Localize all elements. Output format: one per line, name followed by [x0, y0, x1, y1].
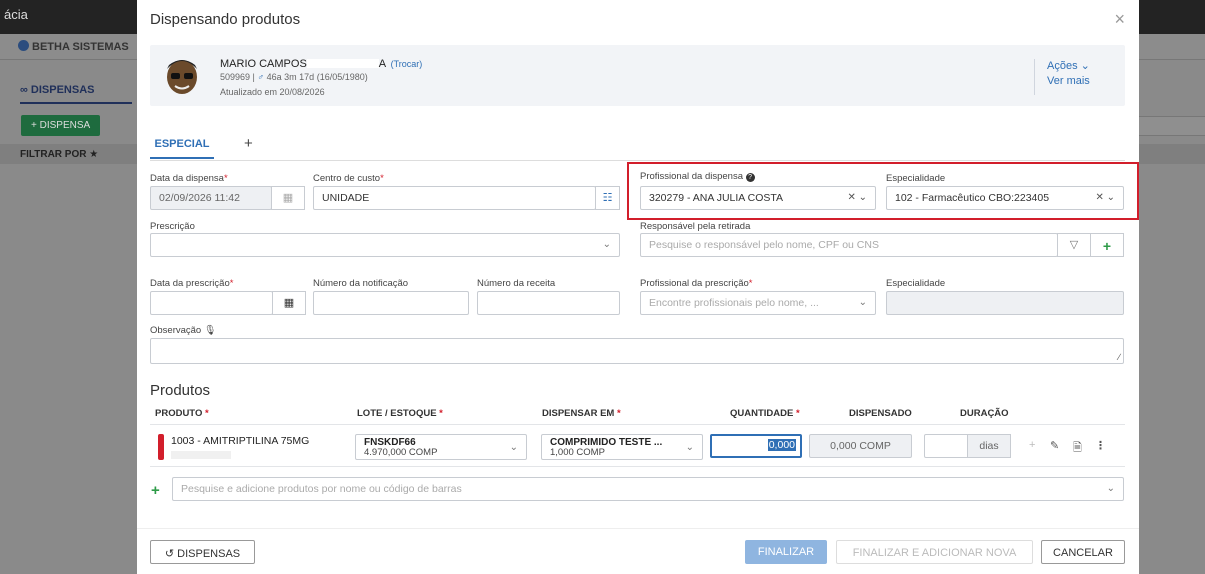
footer-divider [137, 528, 1139, 529]
see-more-link[interactable]: Ver mais [1047, 74, 1090, 89]
prescribing-professional-label: Profissional da prescrição* [640, 278, 753, 289]
prescribing-professional-select[interactable]: Encontre profissionais pelo nome, ... ⌄ [640, 291, 876, 315]
highlight-box [627, 162, 1139, 220]
add-responsible-button[interactable]: + [1090, 233, 1124, 257]
dispense-date-label: Data da dispensa* [150, 173, 228, 184]
company-name: BETHA SISTEMAS [32, 41, 129, 53]
patient-card: MARIO CAMPOS A (Trocar) 509969 | ♂ 46a 3m… [150, 45, 1125, 106]
unit-select[interactable]: COMPRIMIDO TESTE ... 1,000 COMP ⌄ [541, 434, 703, 460]
prescription-label: Prescrição [150, 221, 195, 232]
pickup-search-input[interactable]: Pesquise o responsável pelo nome, CPF ou… [640, 233, 1058, 257]
col-quantity: QUANTIDADE * [730, 408, 800, 419]
quantity-input[interactable]: 0,000 [710, 434, 802, 458]
close-icon[interactable]: × [1114, 9, 1125, 30]
plus-icon[interactable]: + [1029, 439, 1035, 451]
col-dispense-in: DISPENSAR EM * [542, 408, 621, 419]
finish-and-add-button[interactable]: FINALIZAR E ADICIONAR NOVA [836, 540, 1033, 564]
product-name: 1003 - AMITRIPTILINA 75MG [171, 435, 310, 447]
cost-center-label: Centro de custo* [313, 173, 384, 184]
edit-icon[interactable]: ✎ [1050, 439, 1059, 452]
prescribing-specialty-label: Especialidade [886, 278, 946, 289]
binoculars-icon: ∞ [20, 84, 31, 96]
cost-center-field[interactable]: UNIDADE [313, 186, 596, 210]
redaction [306, 59, 379, 68]
chevron-down-icon: ⌄ [1106, 483, 1115, 494]
dispense-tabs: ESPECIAL + [150, 135, 1125, 161]
patient-actions: Ações ⌄ Ver mais [1034, 59, 1090, 95]
male-icon: ♂ [257, 72, 265, 82]
patient-info: 509969 | ♂ 46a 3m 17d (16/05/1980) [220, 72, 368, 82]
dispense-date-field: 02/09/2026 11:42 [150, 186, 272, 210]
finish-button[interactable]: FINALIZAR [745, 540, 827, 564]
hierarchy-icon[interactable]: ☷ [595, 186, 620, 210]
observation-label: Observação 🎙 [150, 325, 216, 336]
resize-handle-icon[interactable]: ∕ [1118, 352, 1120, 362]
duration-unit: dias [967, 434, 1011, 458]
dispensed-value: 0,000 COMP [809, 434, 912, 458]
filter-bar-right [1138, 144, 1205, 164]
dispense-modal: Dispensando produtos × MARIO CAMPOS A (Tr… [137, 0, 1139, 574]
calendar-icon[interactable]: ▦ [272, 291, 306, 315]
add-tab-button[interactable]: + [244, 135, 253, 152]
observation-textarea[interactable]: ∕ [150, 338, 1124, 364]
notification-number-input[interactable] [313, 291, 469, 315]
filter-bar[interactable]: FILTRAR POR ★ [0, 144, 137, 164]
chevron-down-icon: ⌄ [602, 239, 611, 250]
prescribing-specialty-field [886, 291, 1124, 315]
product-search-input[interactable]: Pesquise e adicione produtos por nome ou… [172, 477, 1124, 501]
patient-avatar [167, 60, 197, 94]
filter-icon[interactable]: ▽ [1057, 233, 1091, 257]
recipe-number-label: Número da receita [477, 278, 556, 289]
dispenses-button[interactable]: ↺ DISPENSAS [150, 540, 255, 564]
col-product: PRODUTO * [155, 408, 209, 419]
add-product-icon[interactable]: + [151, 482, 160, 499]
plus-icon: + [1102, 238, 1112, 254]
more-vertical-icon[interactable]: ⋮ [1095, 439, 1106, 452]
lot-select[interactable]: FNSKDF66 4.970,000 COMP ⌄ [355, 434, 527, 460]
redaction [171, 451, 231, 459]
col-duration: DURAÇÃO [960, 408, 1009, 419]
prescription-date-label: Data da prescrição* [150, 278, 234, 289]
prescription-date-input[interactable] [150, 291, 273, 315]
betha-logo-icon [18, 40, 29, 51]
calendar-icon: ▦ [271, 186, 305, 210]
notification-number-label: Número da notificação [313, 278, 409, 289]
document-icon[interactable]: 🗎 [1073, 439, 1082, 458]
microphone-icon[interactable]: 🎙 [204, 325, 216, 336]
products-title: Produtos [150, 382, 211, 399]
new-dispense-button[interactable]: + DISPENSA [21, 115, 101, 136]
actions-dropdown[interactable]: Ações ⌄ [1047, 59, 1090, 74]
status-indicator [158, 434, 164, 460]
star-icon[interactable]: ★ [89, 149, 98, 160]
pickup-label: Responsável pela retirada [640, 221, 751, 232]
app-title: ácia [4, 7, 28, 22]
cancel-button[interactable]: CANCELAR [1041, 540, 1125, 564]
tab-dispensas[interactable]: ∞ DISPENSAS [20, 84, 132, 104]
modal-title: Dispensando produtos [150, 11, 301, 28]
chevron-down-icon: ⌄ [1080, 60, 1090, 72]
chevron-down-icon: ⌄ [858, 297, 867, 308]
col-dispensed: DISPENSADO [849, 408, 912, 419]
col-lot: LOTE / ESTOQUE * [357, 408, 443, 419]
change-patient-link[interactable]: (Trocar) [391, 59, 423, 69]
history-icon: ↺ [164, 548, 178, 560]
tab-especial[interactable]: ESPECIAL [150, 138, 214, 159]
chevron-down-icon: ⌄ [685, 442, 694, 453]
duration-input[interactable] [924, 434, 968, 458]
chevron-down-icon: ⌄ [509, 442, 518, 453]
prescription-select[interactable]: ⌄ [150, 233, 620, 257]
patient-name: MARIO CAMPOS A (Trocar) [220, 58, 423, 70]
patient-updated: Atualizado em 20/08/2026 [220, 87, 325, 97]
recipe-number-input[interactable] [477, 291, 620, 315]
